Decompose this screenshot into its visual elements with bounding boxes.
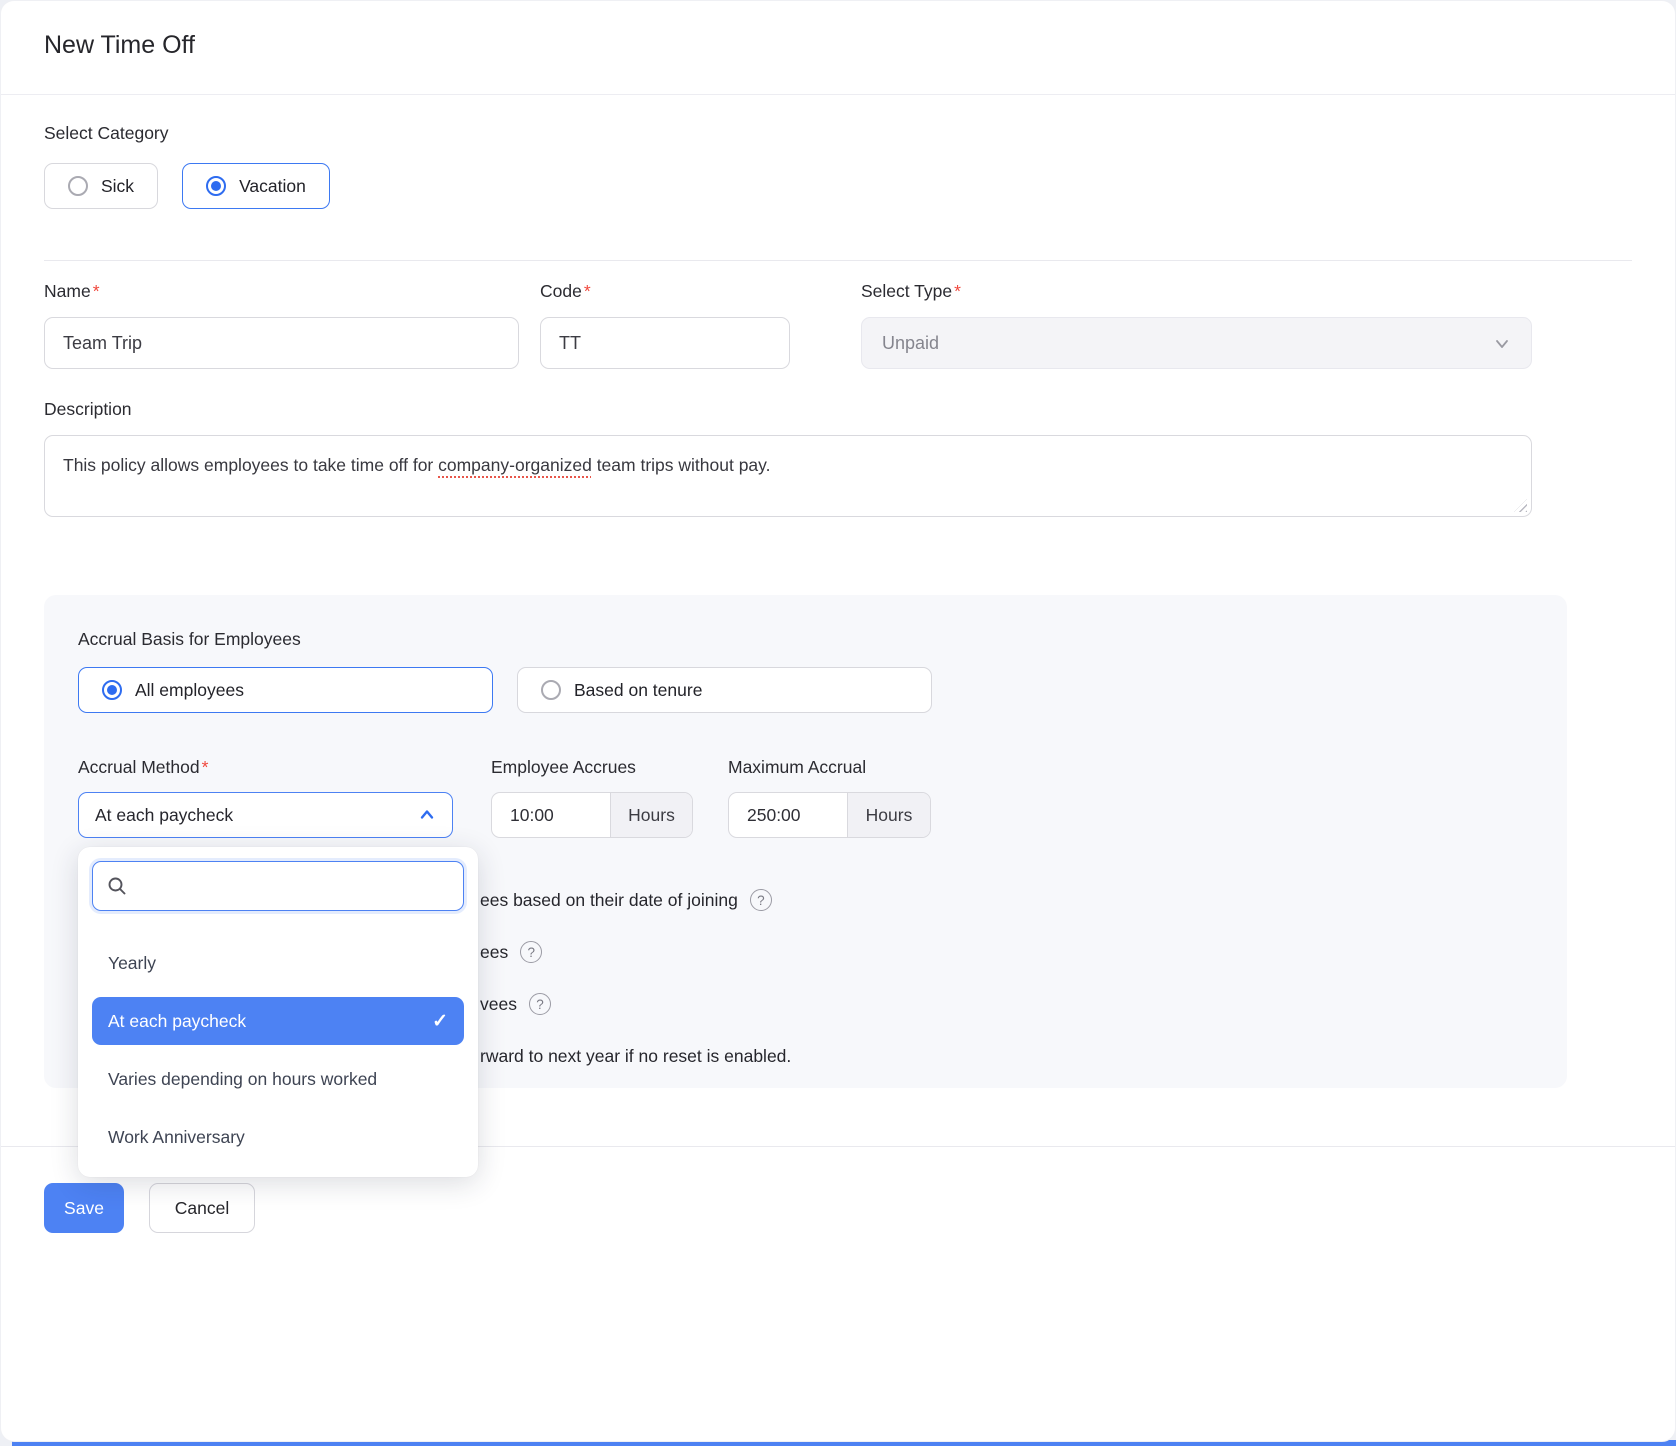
dropdown-search-box xyxy=(92,861,464,911)
radio-checked-icon xyxy=(206,176,226,196)
basis-pill-label: All employees xyxy=(135,680,244,701)
help-icon[interactable]: ? xyxy=(520,941,542,963)
select-type-label: Select Type* xyxy=(861,281,1532,302)
maximum-accrual-input[interactable]: 250:00 xyxy=(729,793,847,837)
required-mark: * xyxy=(202,757,209,777)
accrual-method-select[interactable]: At each paycheck xyxy=(78,792,453,838)
employee-accrues-label: Employee Accrues xyxy=(491,757,693,778)
description-label: Description xyxy=(44,399,1532,420)
help-icon[interactable]: ? xyxy=(750,889,772,911)
select-type-value: Unpaid xyxy=(882,333,939,354)
dropdown-option-varies-depending-on-hours-worked[interactable]: Varies depending on hours worked xyxy=(92,1055,464,1103)
modal-header: New Time Off xyxy=(1,1,1675,95)
basis-pill-all-employees[interactable]: All employees xyxy=(78,667,493,713)
accrual-method-label: Accrual Method* xyxy=(78,757,453,778)
chevron-down-icon xyxy=(1493,334,1511,352)
employee-accrues-input[interactable]: 10:00 xyxy=(492,793,610,837)
description-text: This policy allows employees to take tim… xyxy=(63,455,438,475)
chevron-up-icon xyxy=(418,806,436,824)
code-input[interactable] xyxy=(540,317,790,369)
category-pill-group: Sick Vacation xyxy=(44,163,1632,209)
check-icon: ✓ xyxy=(432,1010,448,1033)
footer-actions: Save Cancel xyxy=(44,1183,1632,1233)
category-pill-label: Sick xyxy=(101,176,134,197)
section-divider xyxy=(44,260,1632,261)
basis-pill-label: Based on tenure xyxy=(574,680,702,701)
required-mark: * xyxy=(584,281,591,301)
maximum-accrual-label: Maximum Accrual xyxy=(728,757,931,778)
hours-unit-suffix: Hours xyxy=(847,793,930,837)
accrual-basis-pill-group: All employees Based on tenure xyxy=(78,667,1533,713)
description-text: team trips without pay. xyxy=(592,455,771,475)
dropdown-option-label: At each paycheck xyxy=(108,1011,246,1032)
fragment-text: rward to next year if no reset is enable… xyxy=(480,1046,791,1067)
select-type-dropdown[interactable]: Unpaid xyxy=(861,317,1532,369)
hours-unit-suffix: Hours xyxy=(610,793,692,837)
dropdown-search-input[interactable] xyxy=(135,876,449,896)
radio-unchecked-icon xyxy=(68,176,88,196)
code-label: Code* xyxy=(540,281,790,302)
category-pill-sick[interactable]: Sick xyxy=(44,163,158,209)
dropdown-option-at-each-paycheck[interactable]: At each paycheck ✓ xyxy=(92,997,464,1045)
category-pill-vacation[interactable]: Vacation xyxy=(182,163,330,209)
accrual-basis-label: Accrual Basis for Employees xyxy=(78,629,1533,650)
page-title: New Time Off xyxy=(44,31,1632,60)
help-icon[interactable]: ? xyxy=(529,993,551,1015)
resize-handle[interactable] xyxy=(1514,499,1527,512)
search-icon xyxy=(107,876,127,896)
name-label: Name* xyxy=(44,281,519,302)
basis-pill-based-on-tenure[interactable]: Based on tenure xyxy=(517,667,932,713)
description-textarea[interactable]: This policy allows employees to take tim… xyxy=(44,435,1532,517)
accrual-settings-panel: Accrual Basis for Employees All employee… xyxy=(44,595,1567,1088)
cancel-button[interactable]: Cancel xyxy=(149,1183,255,1233)
accrual-method-dropdown-panel: Yearly At each paycheck ✓ Varies dependi… xyxy=(78,847,478,1177)
employee-accrues-group: 10:00 Hours xyxy=(491,792,693,838)
name-input[interactable] xyxy=(44,317,519,369)
category-pill-label: Vacation xyxy=(239,176,306,197)
radio-unchecked-icon xyxy=(541,680,561,700)
fragment-text: vees xyxy=(480,994,517,1015)
fragment-text: ees based on their date of joining xyxy=(480,890,738,911)
maximum-accrual-group: 250:00 Hours xyxy=(728,792,931,838)
dropdown-option-label: Yearly xyxy=(108,953,156,974)
required-mark: * xyxy=(954,281,961,301)
accrual-method-value: At each paycheck xyxy=(95,805,233,826)
dropdown-option-label: Work Anniversary xyxy=(108,1127,245,1148)
misspelled-word: company-organized xyxy=(438,455,592,475)
radio-checked-icon xyxy=(102,680,122,700)
fragment-text: ees xyxy=(480,942,508,963)
dropdown-option-label: Varies depending on hours worked xyxy=(108,1069,377,1090)
required-mark: * xyxy=(93,281,100,301)
dropdown-option-work-anniversary[interactable]: Work Anniversary xyxy=(92,1113,464,1161)
new-time-off-modal: New Time Off Select Category Sick Vacati… xyxy=(0,0,1676,1442)
dropdown-option-yearly[interactable]: Yearly xyxy=(92,939,464,987)
select-category-label: Select Category xyxy=(44,123,1632,144)
save-button[interactable]: Save xyxy=(44,1183,124,1233)
